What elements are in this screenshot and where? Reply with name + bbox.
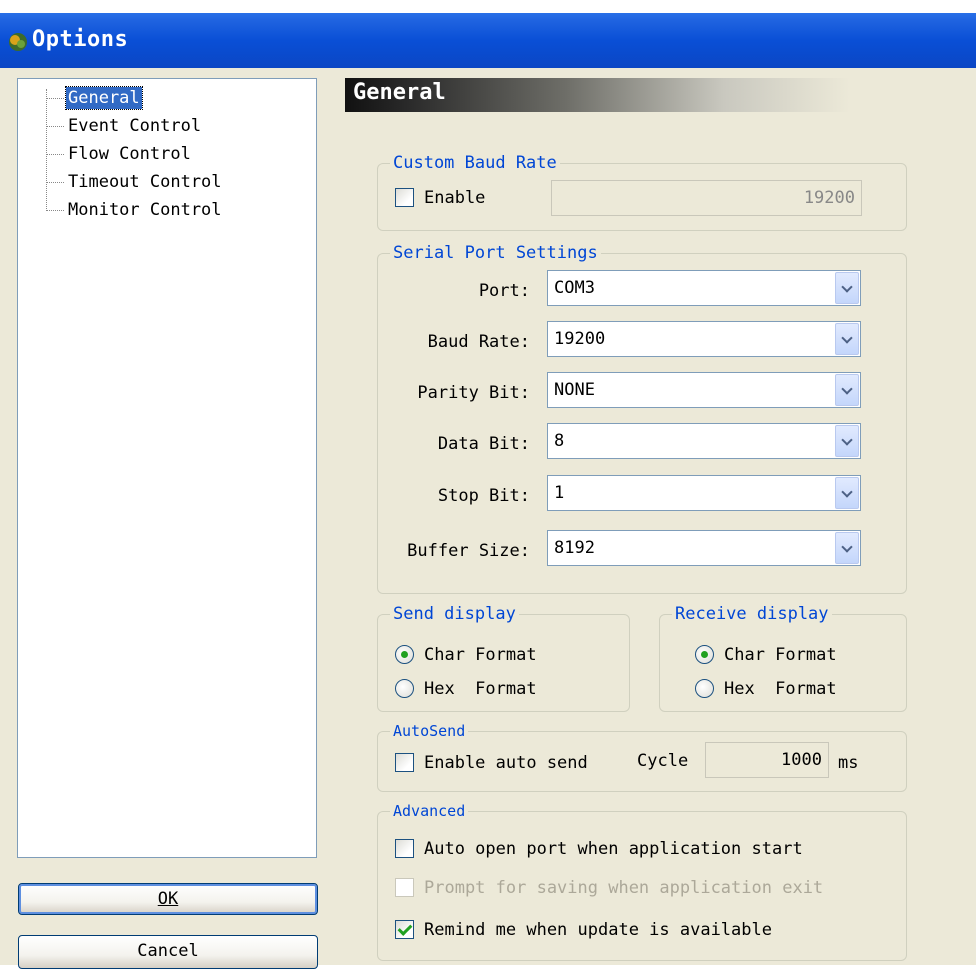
port-select[interactable]: COM3 [547,270,861,306]
cancel-button-label: Cancel [137,941,199,961]
send-char-format-label: Char Format [424,645,537,665]
parity-bit-label: Parity Bit: [417,383,530,403]
tree-item-label: Event Control [68,116,202,136]
enable-auto-send-label: Enable auto send [424,753,588,773]
buffer-size-value: 8192 [554,538,595,558]
tree-branch [46,182,64,183]
chevron-down-icon[interactable] [835,374,859,406]
auto-open-port-label: Auto open port when application start [424,839,803,859]
tree-item-label: General [65,86,143,110]
ok-button-label: OK [157,889,179,909]
chevron-down-icon[interactable] [835,272,859,304]
baud-rate-value: 19200 [554,329,606,349]
group-legend: Serial Port Settings [390,242,601,264]
chevron-down-icon[interactable] [835,532,859,564]
custom-baud-enable-label: Enable [424,188,486,208]
tree-item-label: Monitor Control [68,200,222,220]
stop-bit-label: Stop Bit: [437,486,530,506]
cycle-unit-label: ms [838,753,859,773]
send-hex-format-radio[interactable] [395,679,414,698]
receive-char-format-label: Char Format [724,645,837,665]
group-legend: Send display [390,603,519,625]
receive-hex-format-label: Hex Format [724,679,837,699]
chevron-down-icon[interactable] [835,425,859,457]
chevron-down-icon[interactable] [835,477,859,509]
prompt-for-saving-label: Prompt for saving when application exit [424,878,824,898]
enable-auto-send-checkbox[interactable] [395,753,414,772]
data-bit-label: Data Bit: [437,434,530,454]
remind-update-checkbox[interactable] [395,920,414,939]
custom-baud-rate-input[interactable]: 19200 [551,180,862,216]
section-header: General [345,78,976,112]
group-legend: Receive display [672,603,832,625]
port-label: Port: [478,281,530,301]
tree-branch [46,126,64,127]
section-title: General [353,80,446,105]
parity-bit-select[interactable]: NONE [547,372,861,408]
remind-update-label: Remind me when update is available [424,920,772,940]
data-bit-value: 8 [554,431,565,451]
tree-item-event-control[interactable]: Event Control [18,113,318,139]
tree-item-flow-control[interactable]: Flow Control [18,141,318,167]
baud-rate-select[interactable]: 19200 [547,321,861,357]
send-hex-format-label: Hex Format [424,679,537,699]
cycle-label: Cycle [637,751,689,771]
options-tree[interactable]: General Event Control Flow Control Timeo… [17,78,317,858]
stop-bit-select[interactable]: 1 [547,475,861,511]
app-icon [9,33,27,51]
send-char-format-radio[interactable] [395,645,414,664]
data-bit-select[interactable]: 8 [547,423,861,459]
ok-button[interactable]: OK [18,883,318,915]
chevron-down-icon[interactable] [835,323,859,355]
group-legend: AutoSend [390,720,469,742]
buffer-size-select[interactable]: 8192 [547,530,861,566]
receive-char-format-radio[interactable] [695,645,714,664]
cancel-button[interactable]: Cancel [18,935,318,969]
port-value: COM3 [554,278,595,298]
cycle-input[interactable]: 1000 [705,742,829,778]
window-title: Options [32,27,129,52]
tree-branch [46,98,64,99]
auto-open-port-checkbox[interactable] [395,839,414,858]
parity-bit-value: NONE [554,380,595,400]
window-titlebar[interactable]: Options [0,0,976,68]
tree-branch [46,154,64,155]
tree-item-monitor-control[interactable]: Monitor Control [18,197,318,223]
buffer-size-label: Buffer Size: [407,541,530,561]
tree-item-timeout-control[interactable]: Timeout Control [18,169,318,195]
receive-hex-format-radio[interactable] [695,679,714,698]
group-legend: Custom Baud Rate [390,152,560,174]
prompt-for-saving-checkbox [395,878,414,897]
titlebar-top-edge [0,0,976,13]
group-legend: Advanced [390,800,469,822]
baud-rate-label: Baud Rate: [427,332,530,352]
tree-item-label: Flow Control [68,144,191,164]
tree-item-general[interactable]: General [18,85,318,111]
custom-baud-enable-checkbox[interactable] [395,188,414,207]
tree-item-label: Timeout Control [68,172,222,192]
tree-branch [46,210,64,211]
stop-bit-value: 1 [554,483,565,503]
